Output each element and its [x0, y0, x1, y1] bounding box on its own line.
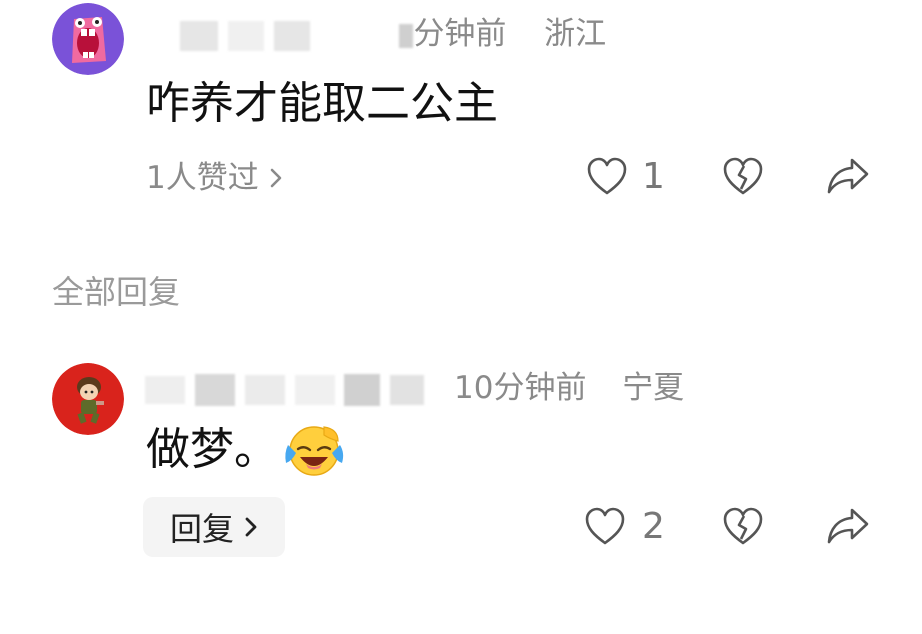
comment-meta: 分钟前 浙江	[180, 14, 606, 54]
reply-meta: 10分钟前 宁夏	[145, 368, 684, 408]
username-redacted	[227, 20, 264, 51]
broken-heart-icon	[723, 507, 763, 545]
liked-by-label: 1人赞过	[146, 160, 259, 196]
heart-outline-icon	[585, 507, 625, 545]
reply-time: 10分钟前	[454, 370, 587, 406]
username-redacted	[244, 374, 285, 405]
share-button[interactable]	[826, 506, 870, 546]
like-button[interactable]	[584, 507, 626, 547]
reply-button[interactable]: 回复	[143, 497, 285, 557]
all-replies-header: 全部回复	[52, 273, 181, 311]
username-redacted	[180, 20, 218, 51]
avatar-commenter[interactable]	[52, 3, 124, 75]
liked-by-link[interactable]: 1人赞过	[146, 158, 283, 198]
laughing-crying-emoji-icon	[284, 423, 346, 477]
reply-button-label: 回复	[169, 510, 234, 548]
broken-heart-icon	[723, 157, 763, 195]
username-redacted	[294, 374, 335, 405]
chevron-right-icon	[269, 166, 283, 190]
share-button[interactable]	[826, 156, 870, 196]
like-count: 1	[642, 156, 665, 197]
chevron-right-icon	[244, 515, 258, 539]
comment-location: 浙江	[544, 16, 607, 52]
share-arrow-icon	[827, 508, 869, 544]
avatar-replier[interactable]	[52, 363, 124, 435]
heart-outline-icon	[587, 157, 627, 195]
time-redacted	[399, 23, 414, 48]
like-button[interactable]	[586, 157, 628, 197]
comment-time: 分钟前	[413, 16, 507, 52]
username-redacted	[194, 373, 235, 406]
username-redacted	[273, 20, 310, 51]
reply-location: 宁夏	[622, 370, 685, 406]
username-redacted	[344, 373, 381, 406]
reply-text: 做梦。	[146, 424, 278, 475]
reply-content: 做梦。	[146, 422, 346, 478]
dislike-button[interactable]	[722, 157, 764, 197]
comment-text: 咋养才能取二公主	[146, 78, 498, 129]
share-arrow-icon	[827, 158, 869, 194]
dislike-button[interactable]	[722, 507, 764, 547]
username-redacted	[145, 375, 185, 404]
username-redacted	[390, 374, 425, 405]
like-count: 2	[642, 506, 665, 547]
